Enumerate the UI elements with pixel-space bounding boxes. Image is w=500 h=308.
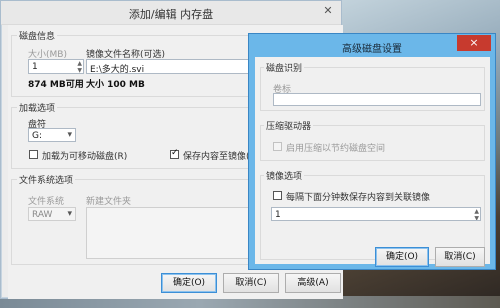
advanced-button[interactable]: 高级(A) [285,273,341,293]
enable-compression-checkbox[interactable] [273,142,282,151]
size-stepper[interactable]: 1 ▲ ▼ [28,59,84,74]
filesystem-value: RAW [32,210,53,220]
save-interval-stepper[interactable]: 1 ▲ ▼ [271,207,481,221]
advanced-close-icon[interactable]: × [457,35,491,51]
save-interval-value: 1 [275,210,281,220]
save-to-image-checkbox[interactable] [170,148,179,159]
main-ok-button[interactable]: 确定(O) [161,273,217,293]
new-folder-label: 新建文件夹 [86,197,132,207]
disk-id-group-title: 磁盘识别 [264,61,305,74]
filesystem-select[interactable]: RAW [28,207,76,221]
advanced-ok-button[interactable]: 确定(O) [375,247,429,267]
removable-label: 加载为可移动磁盘(R) [42,152,128,162]
main-close-icon[interactable]: ✕ [319,4,337,18]
save-interval-spin-icon[interactable]: ▲ ▼ [474,208,479,220]
image-options-group-title: 镜像选项 [264,169,305,182]
main-cancel-button[interactable]: 取消(C) [223,273,279,293]
filesystem-label: 文件系统 [28,197,65,207]
advanced-titlebar: 高级磁盘设置 × [249,34,495,57]
save-every-checkbox[interactable] [273,191,282,200]
volume-label-input[interactable] [273,93,481,106]
disk-info-group-title: 磁盘信息 [17,29,58,42]
new-folder-list[interactable] [86,207,256,259]
compression-group-title: 压缩驱动器 [264,119,314,132]
free-space-text: 874 MB可用 [28,80,84,90]
main-titlebar: 添加/编辑 内存盘 ✕ [1,1,341,25]
advanced-client-area: 磁盘识别 卷标 压缩驱动器 启用压缩以节约磁盘空间 镜像选项 每隔下面分钟数保存… [255,57,490,267]
removable-checkbox[interactable] [29,150,38,159]
drive-letter-value: G: [32,131,43,141]
drive-letter-select[interactable]: G: [28,128,76,142]
size-spin-icon[interactable]: ▲ ▼ [77,60,82,73]
enable-compression-label: 启用压缩以节约磁盘空间 [286,144,386,154]
load-options-group-title: 加载选项 [17,101,58,114]
image-file-input[interactable]: E:\多大的.svi [86,59,256,74]
size-value: 1 [32,62,38,72]
main-dialog-title: 添加/编辑 内存盘 [128,8,214,21]
save-every-label: 每隔下面分钟数保存内容到关联镜像 [286,193,431,203]
image-size-text: 大小 100 MB [86,80,145,90]
fs-options-group-title: 文件系统选项 [17,173,76,186]
advanced-cancel-button[interactable]: 取消(C) [435,247,485,267]
advanced-disk-settings-dialog: 高级磁盘设置 × 磁盘识别 卷标 压缩驱动器 启用压缩以节约磁盘空间 镜像选项 … [248,33,496,270]
